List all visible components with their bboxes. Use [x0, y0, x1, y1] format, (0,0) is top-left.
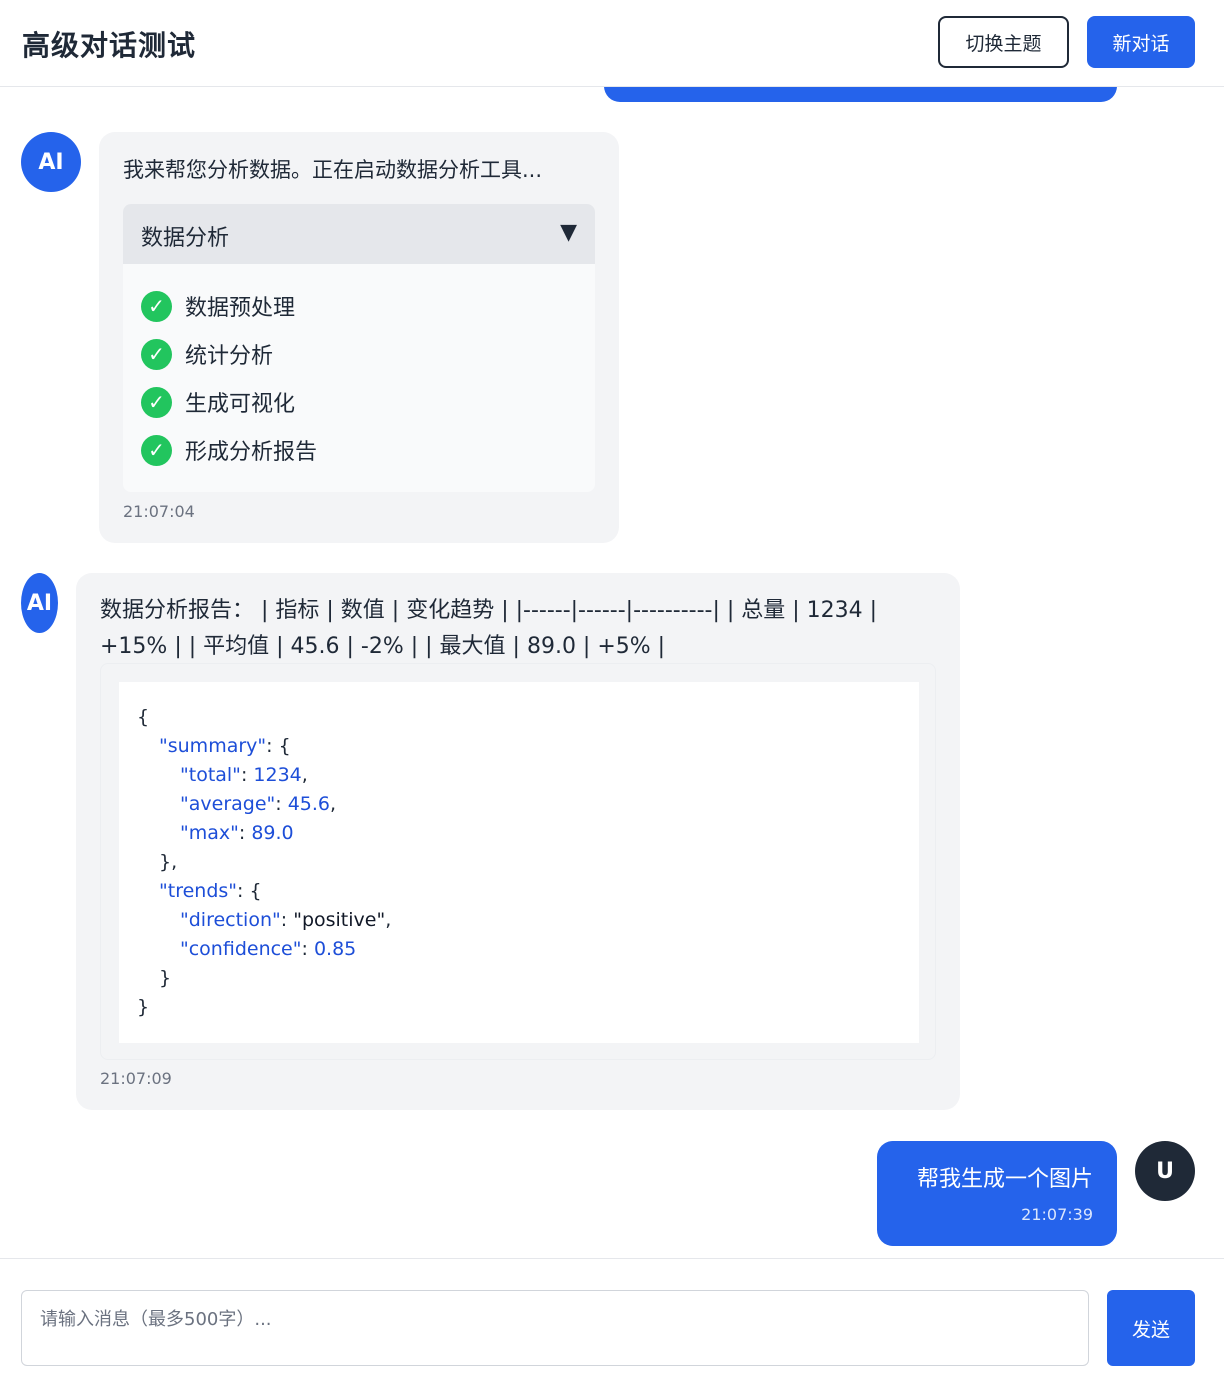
- json-key: "max": [180, 822, 239, 844]
- json-string: "positive": [293, 909, 386, 931]
- json-number: 89.0: [251, 822, 294, 844]
- json-number: 45.6: [287, 793, 331, 815]
- tool-step-label: 统计分析: [185, 344, 274, 369]
- json-key: "summary": [159, 735, 267, 757]
- ai-message-bubble: 数据分析报告： | 指标 | 数值 | 变化趋势 | |------|-----…: [76, 573, 960, 1110]
- user-avatar: U: [1135, 1141, 1195, 1201]
- user-message-bubble: 帮我生成一个图片 21:07:39: [877, 1141, 1117, 1246]
- code-brace: }: [159, 967, 172, 989]
- json-number: 1234: [253, 764, 302, 786]
- message-text: 帮我生成一个图片: [916, 1167, 1093, 1192]
- tool-step-label: 数据预处理: [185, 296, 296, 321]
- tool-step-label: 生成可视化: [185, 392, 296, 417]
- tool-step: ✓ 生成可视化: [141, 386, 295, 418]
- json-number: 0.85: [313, 938, 357, 960]
- message-input[interactable]: [21, 1290, 1089, 1366]
- ai-avatar: AI: [21, 132, 81, 192]
- tool-panel-header[interactable]: 数据分析 ▼: [123, 204, 595, 264]
- json-key: "direction": [180, 909, 281, 931]
- send-button[interactable]: 发送: [1107, 1290, 1195, 1366]
- json-key: "trends": [159, 880, 238, 902]
- tool-step: ✓ 统计分析: [141, 338, 273, 370]
- app-title: 高级对话测试: [22, 29, 197, 62]
- tool-step: ✓ 数据预处理: [141, 290, 295, 322]
- toggle-theme-button[interactable]: 切换主题: [938, 16, 1069, 68]
- check-circle-icon: ✓: [141, 386, 172, 418]
- json-key: "confidence": [180, 938, 302, 960]
- json-key: "average": [180, 793, 276, 815]
- user-message-bubble-partial: [604, 87, 1117, 102]
- code-brace: {: [137, 706, 150, 728]
- check-circle-icon: ✓: [141, 338, 172, 370]
- tool-name: 数据分析: [141, 226, 230, 251]
- code-brace: }: [137, 996, 150, 1018]
- code-brace: },: [159, 851, 178, 873]
- triangle-down-icon[interactable]: ▼: [560, 220, 577, 245]
- tool-step: ✓ 形成分析报告: [141, 434, 317, 466]
- new-chat-button[interactable]: 新对话: [1087, 16, 1195, 68]
- message-timestamp: 21:07:04: [123, 502, 195, 521]
- tool-step-label: 形成分析报告: [185, 440, 318, 465]
- message-timestamp: 21:07:39: [1021, 1205, 1093, 1224]
- chat-messages[interactable]: AI 我来帮您分析数据。正在启动数据分析工具... 数据分析 ▼ ✓ 数据预处理…: [0, 87, 1224, 1258]
- message-text-line: 数据分析报告： | 指标 | 数值 | 变化趋势 | |------|-----…: [100, 598, 878, 623]
- message-composer: 发送: [0, 1258, 1224, 1378]
- message-text: 我来帮您分析数据。正在启动数据分析工具...: [123, 158, 543, 182]
- check-circle-icon: ✓: [141, 434, 172, 466]
- check-circle-icon: ✓: [141, 290, 172, 322]
- json-key: "total": [180, 764, 241, 786]
- app-header: 高级对话测试 切换主题 新对话: [0, 0, 1224, 87]
- ai-message-bubble: 我来帮您分析数据。正在启动数据分析工具... 数据分析 ▼ ✓ 数据预处理 ✓ …: [99, 132, 619, 543]
- message-text-line: +15% | | 平均值 | 45.6 | -2% | | 最大值 | 89.0…: [100, 634, 666, 659]
- code-block: { "summary": { "total": 1234, "average":…: [100, 663, 936, 1060]
- code-content[interactable]: { "summary": { "total": 1234, "average":…: [119, 682, 919, 1043]
- ai-avatar: AI: [21, 573, 58, 633]
- message-timestamp: 21:07:09: [100, 1069, 172, 1088]
- tool-panel: 数据分析 ▼ ✓ 数据预处理 ✓ 统计分析 ✓ 生成可视化 ✓ 形成分析报告: [123, 204, 595, 492]
